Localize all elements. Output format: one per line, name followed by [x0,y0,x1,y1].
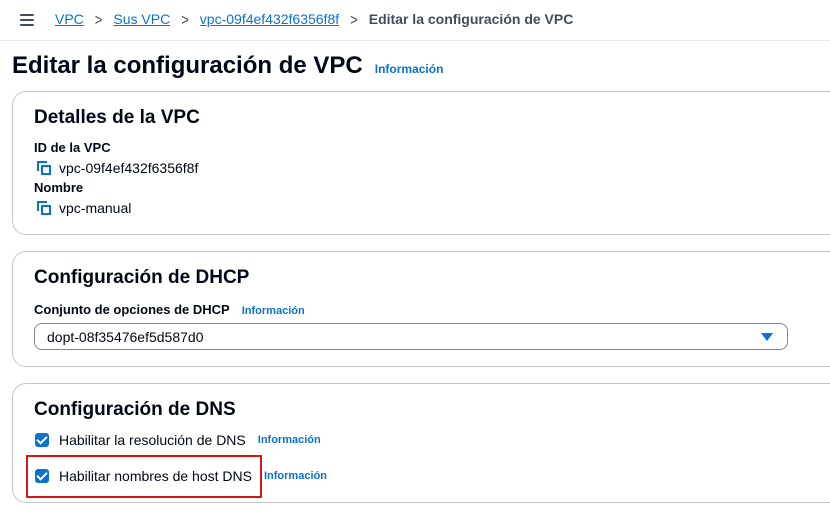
breadcrumb-separator: > [94,10,103,28]
page-title: Editar la configuración de VPC [12,52,363,79]
dhcp-options-select[interactable]: dopt-08f35476ef5d587d0 [34,323,788,350]
page-info-link[interactable]: Información [375,62,444,76]
vpc-name-value: vpc-manual [59,200,132,216]
caret-down-icon [761,333,773,341]
breadcrumb-link-your-vpcs[interactable]: Sus VPC [113,11,170,27]
dns-resolution-info-link[interactable]: Información [258,434,321,446]
vpc-details-title: Detalles de la VPC [34,107,200,128]
dns-settings-title: Configuración de DNS [34,399,236,420]
dhcp-settings-card: Configuración de DHCP Conjunto de opcion… [12,251,830,367]
dhcp-options-label: Conjunto de opciones de DHCP [34,302,230,317]
dns-resolution-option: Habilitar la resolución de DNS Informaci… [35,432,321,448]
copy-icon[interactable] [37,201,51,215]
vpc-details-card: Detalles de la VPC ID de la VPC vpc-09f4… [12,91,830,235]
vpc-id-label: ID de la VPC [34,140,111,155]
dns-hostnames-info-link[interactable]: Información [264,470,327,482]
dns-resolution-label[interactable]: Habilitar la resolución de DNS [59,432,246,448]
vpc-id-value: vpc-09f4ef432f6356f8f [59,160,199,176]
dns-hostnames-checkbox[interactable] [35,469,49,483]
breadcrumb-separator: > [181,10,189,28]
dns-hostnames-label[interactable]: Habilitar nombres de host DNS [59,468,252,484]
dhcp-info-link[interactable]: Información [242,305,305,317]
breadcrumb-separator: > [350,10,358,28]
vpc-id-row: vpc-09f4ef432f6356f8f [37,160,198,176]
dhcp-options-selected-value: dopt-08f35476ef5d587d0 [47,329,204,345]
vpc-name-label: Nombre [34,180,84,195]
breadcrumb-link-vpc[interactable]: VPC [55,11,84,27]
dhcp-settings-title: Configuración de DHCP [34,267,250,288]
breadcrumb-current: Editar la configuración de VPC [368,11,574,27]
dns-resolution-checkbox[interactable] [35,433,49,447]
dns-settings-card: Configuración de DNS Habilitar la resolu… [12,383,830,503]
copy-icon[interactable] [37,161,51,175]
top-navigation-bar: VPC > Sus VPC > vpc-09f4ef432f6356f8f > … [0,0,830,41]
vpc-name-row: vpc-manual [37,200,131,216]
dhcp-options-label-row: Conjunto de opciones de DHCP Información [34,302,305,317]
breadcrumb-link-vpc-id[interactable]: vpc-09f4ef432f6356f8f [200,11,339,27]
page-header: Editar la configuración de VPC Informaci… [12,52,443,80]
dns-hostnames-option: Habilitar nombres de host DNS Informació… [35,468,327,484]
breadcrumb: VPC > Sus VPC > vpc-09f4ef432f6356f8f > … [55,10,574,28]
menu-icon[interactable] [20,14,34,26]
